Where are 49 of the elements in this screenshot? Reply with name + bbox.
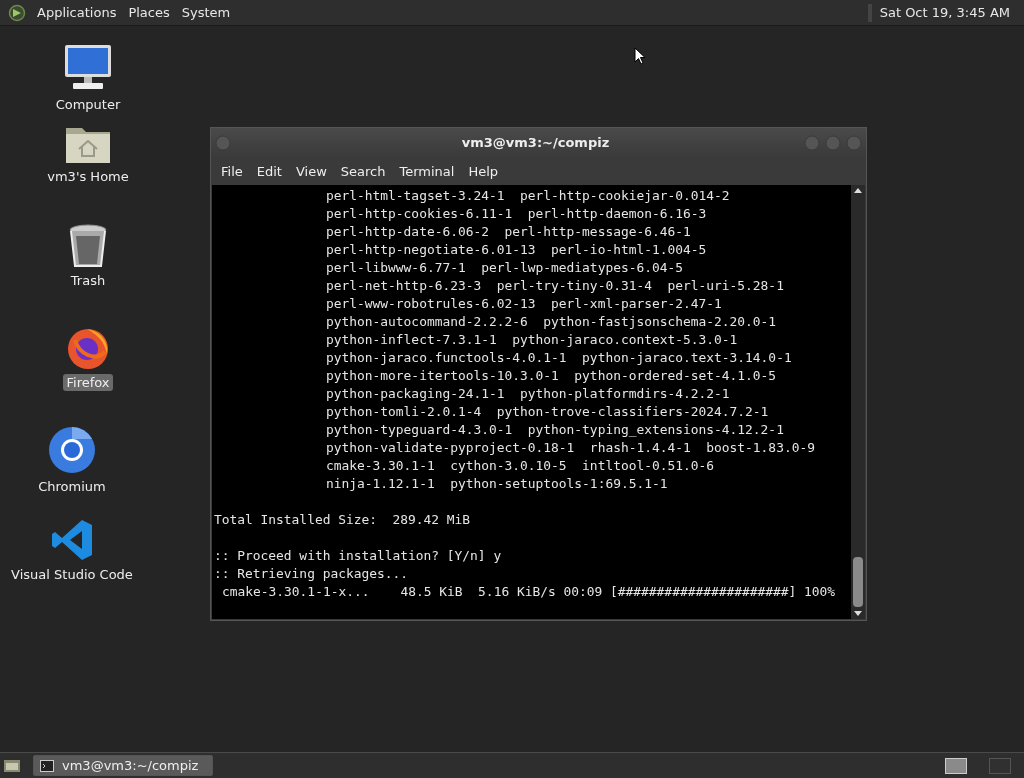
terminal-line: perl-http-negotiate-6.01-13 perl-io-html-1.004-5 [326, 241, 707, 259]
desktop-icon-label[interactable]: Chromium [35, 478, 109, 495]
menu-item[interactable]: Search [334, 163, 394, 179]
terminal-line: python-autocommand-2.2.2-6 python-fastjsonschema-2.20.0-1 [326, 313, 777, 331]
menu-item[interactable]: Terminal [393, 163, 463, 179]
desktop-icon-label[interactable]: Trash [67, 272, 109, 289]
terminal-line: python-validate-pyproject-0.18-1 rhash-1.4.4-1 boost-1.83.0-9 [326, 439, 815, 457]
terminal-line: perl-www-robotrules-6.02-13 perl-xml-parser-2.47-1 [326, 295, 722, 313]
terminal-line: python-more-itertools-10.3.0-1 python-ordered-set-4.1.0-5 [326, 367, 777, 385]
menu-item[interactable]: Edit [250, 163, 290, 179]
terminal-line: :: Retrieving packages... [214, 565, 409, 583]
terminal-line: perl-net-http-6.23-3 perl-try-tiny-0.31-4 perl-uri-5.28-1 [326, 277, 784, 295]
menu-item[interactable]: Help [462, 163, 507, 179]
code-editor-icon[interactable] [50, 518, 94, 562]
panel-menu[interactable]: Applications [31, 5, 123, 20]
desktop-icon-label[interactable]: Firefox [63, 374, 113, 391]
terminal-line: python-inflect-7.3.1-1 python-jaraco.context-5.3.0-1 [326, 331, 738, 349]
terminal-line: perl-libwww-6.77-1 perl-lwp-mediatypes-6.04-5 [326, 259, 683, 277]
window-title: vm3@vm3:~/compiz [460, 135, 611, 150]
show-desktop-icon[interactable] [3, 757, 21, 774]
terminal-line: python-jaraco.functools-4.0.1-1 python-jaraco.text-3.14.0-1 [326, 349, 792, 367]
desktop-icon-label[interactable]: Visual Studio Code [8, 566, 136, 583]
terminal-line: python-typeguard-4.3.0-1 python-typing_extensions-4.12.2-1 [326, 421, 784, 439]
terminal-line: perl-http-cookies-6.11-1 perl-http-daemon-6.16-3 [326, 205, 707, 223]
logo-icon[interactable] [8, 3, 26, 22]
terminal-line: python-packaging-24.1-1 python-platformdirs-4.2.2-1 [326, 385, 730, 403]
menu-item[interactable]: File [215, 163, 251, 179]
desktop-icon-label[interactable]: vm3's Home [44, 168, 132, 185]
terminal-line: cmake-3.30.1-1-x... 48.5 KiB 5.16 KiB/s 00:09 [######################] 100% [222, 583, 836, 601]
desktop-icon-label[interactable]: Computer [52, 96, 124, 113]
mouse-pointer-icon [634, 47, 646, 65]
terminal-line: cmake-3.30.1-1 cython-3.0.10-5 intltool-0.51.0-6 [326, 457, 715, 475]
panel-menu[interactable]: System [175, 5, 237, 20]
terminal-line: ninja-1.12.1-1 python-setuptools-1:69.5.1-1 [326, 475, 668, 493]
scroll-thumb[interactable] [853, 557, 863, 607]
scrollbar[interactable] [851, 185, 865, 619]
menu-item[interactable]: View [289, 163, 335, 179]
trash-icon[interactable] [68, 224, 108, 268]
terminal-icon [40, 759, 54, 772]
terminal-line: python-tomli-2.0.1-4 python-trove-classifiers-2024.7.2-1 [326, 403, 769, 421]
terminal-line: perl-http-date-6.06-2 perl-http-message-6.46-1 [326, 223, 691, 241]
terminal-line: :: Proceed with installation? [Y/n] y [214, 547, 502, 565]
workspace-switcher[interactable] [989, 757, 1011, 774]
clock[interactable]: Sat Oct 19, 3:45 AM [879, 5, 1016, 20]
panel-menu[interactable]: Places [122, 5, 176, 20]
terminal-line: Total Installed Size: 289.42 MiB [214, 511, 471, 529]
taskbar-button[interactable]: vm3@vm3:~/compiz [33, 755, 214, 776]
terminal-line: perl-html-tagset-3.24-1 perl-http-cookiejar-0.014-2 [326, 187, 730, 205]
computer-icon[interactable] [63, 44, 113, 92]
